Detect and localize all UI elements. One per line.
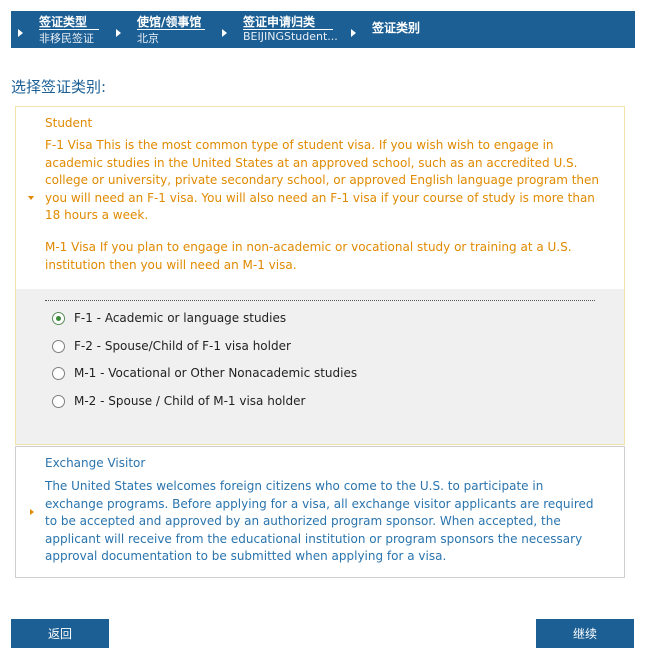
breadcrumb-step-value: BEIJINGStudent... bbox=[243, 30, 338, 43]
breadcrumb-step-visa-type[interactable]: 签证类型 非移民签证 bbox=[11, 11, 107, 48]
exchange-visitor-panel[interactable]: Exchange Visitor The United States welco… bbox=[15, 446, 625, 578]
breadcrumb-step-category[interactable]: 签证申请归类 BEIJINGStudent... bbox=[215, 11, 339, 48]
continue-button[interactable]: 继续 bbox=[536, 619, 634, 648]
triangle-right-icon bbox=[18, 29, 23, 37]
triangle-right-icon bbox=[222, 29, 227, 37]
triangle-right-icon[interactable] bbox=[30, 509, 34, 515]
triangle-right-icon bbox=[351, 29, 356, 37]
radio-option-f2[interactable]: F-2 - Spouse/Child of F-1 visa holder bbox=[52, 337, 291, 355]
student-description[interactable]: Student F-1 Visa This is the most common… bbox=[16, 107, 624, 289]
radio-button[interactable] bbox=[52, 394, 65, 408]
radio-button[interactable] bbox=[52, 339, 65, 353]
radio-label[interactable]: F-2 - Spouse/Child of F-1 visa holder bbox=[74, 339, 291, 353]
breadcrumb-step-title: 使馆/领事馆 bbox=[137, 15, 202, 29]
student-panel: Student F-1 Visa This is the most common… bbox=[15, 106, 625, 445]
radio-button[interactable] bbox=[52, 366, 65, 380]
breadcrumb-step-title: 签证申请归类 bbox=[243, 15, 316, 29]
radio-label[interactable]: F-1 - Academic or language studies bbox=[74, 311, 286, 325]
radio-button-checked[interactable] bbox=[52, 311, 65, 325]
breadcrumb: 签证类型 非移民签证 使馆/领事馆 北京 签证申请归类 BEIJINGStude… bbox=[11, 11, 635, 48]
triangle-down-icon[interactable] bbox=[28, 196, 34, 200]
breadcrumb-step-title: 签证类型 bbox=[39, 15, 88, 29]
radio-option-m1[interactable]: M-1 - Vocational or Other Nonacademic st… bbox=[52, 364, 357, 382]
breadcrumb-step-embassy[interactable]: 使馆/领事馆 北京 bbox=[109, 11, 209, 48]
radio-option-m2[interactable]: M-2 - Spouse / Child of M-1 visa holder bbox=[52, 392, 305, 410]
triangle-right-icon bbox=[116, 29, 121, 37]
breadcrumb-current-step: 签证类别 bbox=[372, 21, 421, 35]
divider bbox=[45, 300, 595, 301]
breadcrumb-step-visa-class: 签证类别 bbox=[344, 11, 464, 48]
radio-label[interactable]: M-2 - Spouse / Child of M-1 visa holder bbox=[74, 394, 305, 408]
breadcrumb-step-value: 非移民签证 bbox=[39, 32, 94, 45]
exchange-visitor-description: The United States welcomes foreign citiz… bbox=[45, 479, 594, 563]
radio-label[interactable]: M-1 - Vocational or Other Nonacademic st… bbox=[74, 366, 357, 380]
page-title: 选择签证类别: bbox=[11, 78, 107, 96]
exchange-visitor-title: Exchange Visitor bbox=[45, 456, 146, 470]
student-title: Student bbox=[45, 116, 93, 130]
radio-option-f1[interactable]: F-1 - Academic or language studies bbox=[52, 309, 286, 327]
breadcrumb-step-value: 北京 bbox=[137, 32, 159, 45]
m1-description: M-1 Visa If you plan to engage in non-ac… bbox=[45, 240, 572, 272]
back-button[interactable]: 返回 bbox=[11, 619, 109, 648]
f1-description: F-1 Visa This is the most common type of… bbox=[45, 138, 599, 222]
